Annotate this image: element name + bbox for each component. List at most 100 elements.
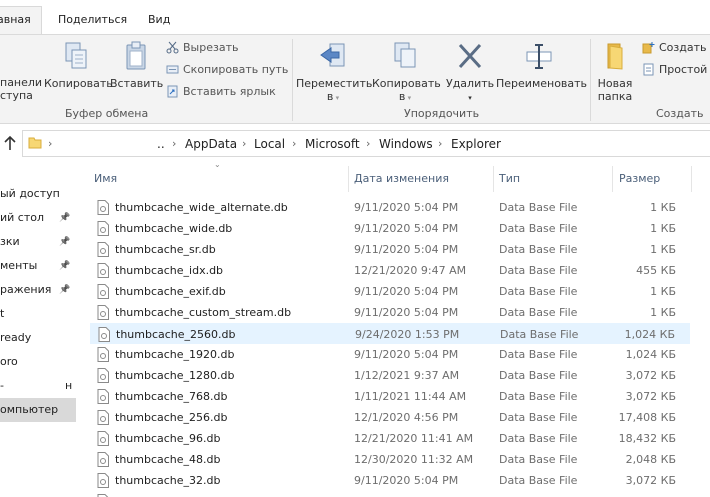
breadcrumb-explorer[interactable]: Explorer [451, 137, 501, 151]
file-date: 12/21/2020 9:47 AM [354, 264, 467, 277]
pin-icon[interactable]: 📌 [59, 254, 70, 278]
file-name: thumbcache_32.db [115, 474, 221, 487]
breadcrumb-chevron-icon[interactable]: › [242, 137, 246, 150]
copy-path-icon [166, 63, 179, 76]
file-date: 1/11/2021 11:44 AM [354, 390, 467, 403]
database-file-icon [97, 473, 109, 488]
pin-icon[interactable]: 📌 [59, 206, 70, 230]
file-row[interactable]: thumbcache_1920.db 9/11/2020 5:04 PM Data … [90, 344, 690, 365]
breadcrumb-chevron-icon[interactable]: › [292, 137, 296, 150]
file-row[interactable]: thumbcache_wide.db 9/11/2020 5:04 PM Data … [90, 218, 690, 239]
copy-path-button[interactable]: Скопировать путь [166, 61, 288, 79]
tab-home[interactable]: авная [0, 6, 42, 34]
file-type: Data Base File [499, 201, 578, 214]
file-date: 1/12/2021 9:37 AM [354, 369, 460, 382]
file-list: ⌄ Имя Дата изменения Тип Размер thumbcac… [80, 160, 710, 497]
column-divider[interactable] [691, 166, 692, 192]
file-date: 12/30/2020 11:32 AM [354, 453, 474, 466]
nav-item[interactable]: oro [0, 350, 76, 374]
up-arrow-icon[interactable] [2, 134, 18, 152]
breadcrumb-local[interactable]: Local [254, 137, 285, 151]
column-header-size[interactable]: Размер [619, 168, 660, 190]
paste-shortcut-button[interactable]: Вставить ярлык [166, 83, 276, 101]
ribbon-tab-bar: авная Поделиться Вид [0, 0, 710, 34]
nav-item[interactable]: ый доступ [0, 182, 76, 206]
file-row[interactable]: thumbcache_768.db 1/11/2021 11:44 AM Data … [90, 386, 690, 407]
nav-item[interactable]: ражения 📌 [0, 278, 76, 302]
breadcrumb-windows[interactable]: Windows [379, 137, 433, 151]
file-name: thumbcache_wide_alternate.db [115, 201, 288, 214]
file-date: 9/11/2020 5:04 PM [354, 222, 459, 235]
file-size: 1,024 КБ [624, 328, 675, 341]
file-row[interactable]: thumbcache_1280.db 1/12/2021 9:37 AM Data … [90, 365, 690, 386]
pin-icon[interactable]: 📌 [59, 230, 70, 254]
column-header-type[interactable]: Тип [499, 168, 520, 190]
cut-button[interactable]: Вырезать [166, 39, 238, 57]
breadcrumb-ellipsis[interactable]: .. [157, 137, 165, 151]
database-file-icon [97, 410, 109, 425]
breadcrumb-chevron-icon[interactable]: › [366, 137, 370, 150]
database-file-icon [97, 347, 109, 362]
breadcrumb-chevron-icon[interactable]: › [172, 137, 176, 150]
delete-button[interactable]: Удалить ▾ [446, 41, 494, 105]
file-size: 3,072 КБ [625, 390, 676, 403]
file-type: Data Base File [499, 453, 578, 466]
database-file-icon [97, 305, 109, 320]
file-row[interactable]: thumbcache_2560.db 9/24/2020 1:53 PM Data … [90, 323, 690, 344]
pin-to-quick-access-button[interactable]: панели ступа [0, 76, 42, 102]
column-divider[interactable] [612, 166, 613, 192]
file-row[interactable]: thumbcache_sr.db 9/11/2020 5:04 PM Data Ba… [90, 239, 690, 260]
easy-access-label: Простой д [659, 63, 710, 76]
new-folder-button[interactable]: Новая папка [594, 41, 636, 103]
nav-item[interactable]: менты 📌 [0, 254, 76, 278]
file-row[interactable]: thumbcache_96.db 12/21/2020 11:41 AM Data … [90, 428, 690, 449]
breadcrumb-microsoft[interactable]: Microsoft [305, 137, 360, 151]
file-row[interactable]: thumbcache_48.db 12/30/2020 11:32 AM Data … [90, 449, 690, 470]
ribbon-separator [590, 39, 591, 121]
ribbon: панели ступа Копировать Вставить Вырезат… [0, 34, 710, 124]
copy-icon [65, 42, 87, 69]
file-size: 1 КБ [650, 222, 676, 235]
new-folder-label-2: папка [597, 90, 633, 103]
database-file-icon [97, 389, 109, 404]
file-size: 3,072 КБ [625, 369, 676, 382]
file-row[interactable]: thumbcache_exif.db 9/11/2020 5:04 PM Data … [90, 281, 690, 302]
column-header-name[interactable]: Имя [94, 168, 117, 190]
breadcrumb-chevron-icon[interactable]: › [438, 137, 442, 150]
easy-access-button[interactable]: Простой д [642, 61, 710, 79]
column-header-date[interactable]: Дата изменения [354, 168, 449, 190]
move-to-button[interactable]: Переместить в ▾ [296, 41, 372, 105]
copy-button[interactable]: Копировать [44, 41, 113, 90]
file-row[interactable]: thumbcache_256.db 12/1/2020 4:56 PM Data B… [90, 407, 690, 428]
nav-item[interactable]: зки 📌 [0, 230, 76, 254]
file-row[interactable]: thumbcache_custom_stream.db 9/11/2020 5:0… [90, 302, 690, 323]
file-size: 1 КБ [650, 306, 676, 319]
copy-to-button[interactable]: Копировать в ▾ [372, 41, 441, 105]
column-divider[interactable] [348, 166, 349, 192]
file-type: Data Base File [499, 243, 578, 256]
nav-item-label: oro [0, 355, 18, 368]
navigation-pane: ый доступ ий стол 📌 зки 📌 менты 📌 ражения 📌 t read… [0, 163, 80, 497]
tab-view[interactable]: Вид [148, 9, 170, 31]
nav-item[interactable]: ий стол 📌 [0, 206, 76, 230]
pin-icon[interactable]: 📌 [59, 278, 70, 302]
nav-item[interactable]: t [0, 302, 76, 326]
new-folder-label-1: Новая [597, 77, 633, 90]
clipboard-group-label: Буфер обмена [65, 107, 149, 120]
nav-item[interactable]: омпьютер [0, 398, 76, 422]
breadcrumb-appdata[interactable]: AppData [185, 137, 237, 151]
nav-item[interactable]: -н [0, 374, 76, 398]
file-row-partial[interactable] [90, 491, 690, 497]
breadcrumb-chevron-icon[interactable]: › [48, 137, 52, 150]
file-name: thumbcache_idx.db [115, 264, 224, 277]
file-row[interactable]: thumbcache_idx.db 12/21/2020 9:47 AM Data … [90, 260, 690, 281]
new-item-button[interactable]: Создать э [642, 39, 710, 57]
file-row[interactable]: thumbcache_wide_alternate.db 9/11/2020 5:… [90, 197, 690, 218]
column-divider[interactable] [493, 166, 494, 192]
tab-share[interactable]: Поделиться [58, 9, 127, 31]
easy-access-icon [642, 63, 655, 76]
nav-item[interactable]: ready [0, 326, 76, 350]
file-row[interactable]: thumbcache_32.db 9/11/2020 5:04 PM Data Ba… [90, 470, 690, 491]
rename-button[interactable]: Переименовать [496, 41, 587, 90]
paste-button[interactable]: Вставить [110, 41, 163, 90]
